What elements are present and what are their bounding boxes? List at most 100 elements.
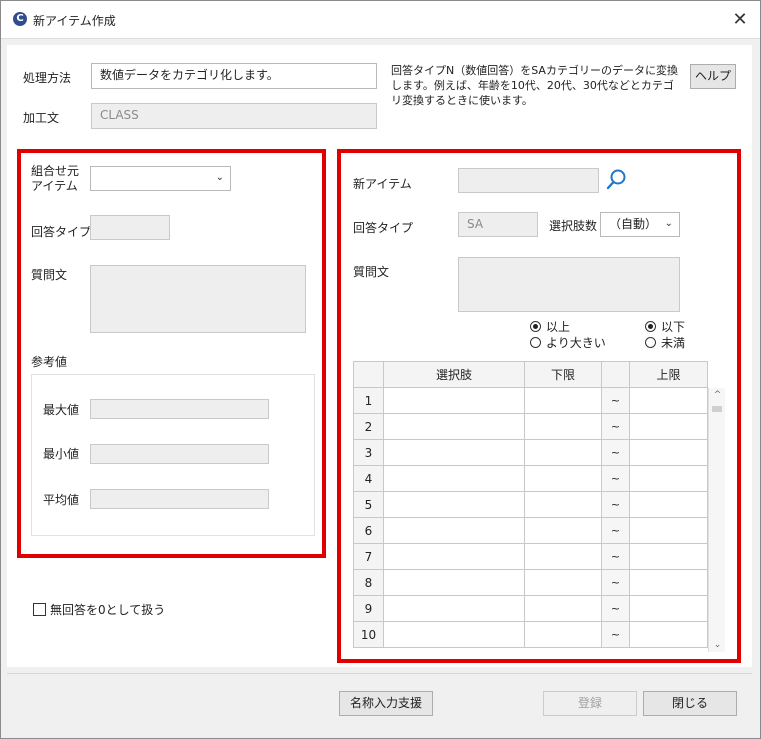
upper-bound-cell[interactable] [629, 595, 708, 622]
upper-bound-cell[interactable] [629, 543, 708, 570]
lower-inclusive-radio[interactable] [530, 321, 541, 332]
help-button[interactable]: ヘルプ [690, 64, 736, 89]
upper-bound-cell[interactable] [629, 465, 708, 492]
lower-bound-cell[interactable] [524, 621, 602, 648]
tilde-cell: ~ [601, 465, 630, 492]
choice-cell[interactable] [383, 465, 525, 492]
method-field[interactable]: 数値データをカテゴリ化します。 [91, 63, 377, 89]
source-item-label: 組合せ元アイテム [31, 164, 80, 193]
row-number-cell: 7 [353, 543, 384, 570]
method-description: 回答タイプN（数値回答）をSAカテゴリーのデータに変換します。例えば、年齢を10… [391, 64, 678, 107]
choice-cell[interactable] [383, 517, 525, 544]
upper-bound-cell[interactable] [629, 387, 708, 414]
scroll-down-icon[interactable]: ⌄ [709, 638, 726, 652]
upper-exclusive-radio[interactable] [645, 337, 656, 348]
right-answer-type-label: 回答タイプ [353, 221, 414, 235]
choice-cell[interactable] [383, 543, 525, 570]
choice-cell[interactable] [383, 491, 525, 518]
table-row: 7 ~ [353, 543, 708, 570]
tilde-cell: ~ [601, 543, 630, 570]
table-header-row: 選択肢 下限 上限 [353, 361, 708, 388]
new-item-field[interactable] [458, 168, 599, 193]
header-rownum [353, 361, 384, 388]
tilde-cell: ~ [601, 569, 630, 596]
choice-count-label: 選択肢数 [549, 219, 598, 233]
search-icon[interactable] [605, 167, 629, 191]
choice-cell[interactable] [383, 621, 525, 648]
lower-inclusive-label: 以上 [546, 320, 571, 334]
max-field[interactable] [90, 399, 269, 419]
close-window-button[interactable]: ✕ [726, 7, 754, 33]
right-question-field[interactable] [458, 257, 680, 312]
close-icon: ✕ [732, 9, 748, 30]
tilde-cell: ~ [601, 413, 630, 440]
chevron-down-icon: ⌄ [664, 218, 673, 229]
row-number-cell: 2 [353, 413, 384, 440]
choice-cell[interactable] [383, 439, 525, 466]
left-question-field[interactable] [90, 265, 306, 333]
lower-bound-cell[interactable] [524, 491, 602, 518]
right-answer-type-field[interactable]: SA [458, 212, 538, 237]
scroll-up-icon[interactable]: ^ [709, 388, 726, 402]
close-button[interactable]: 閉じる [643, 691, 737, 716]
app-logo-icon: C [13, 12, 27, 26]
right-question-label: 質問文 [353, 265, 390, 279]
lower-bound-cell[interactable] [524, 387, 602, 414]
upper-inclusive-radio[interactable] [645, 321, 656, 332]
row-number-cell: 8 [353, 569, 384, 596]
avg-field[interactable] [90, 489, 269, 509]
table-row: 4 ~ [353, 465, 708, 492]
chevron-down-icon: ⌄ [215, 172, 224, 183]
min-field[interactable] [90, 444, 269, 464]
choice-cell[interactable] [383, 595, 525, 622]
upper-bound-cell[interactable] [629, 569, 708, 596]
choice-cell[interactable] [383, 387, 525, 414]
tilde-cell: ~ [601, 595, 630, 622]
table-row: 6 ~ [353, 517, 708, 544]
tilde-cell: ~ [601, 439, 630, 466]
upper-exclusive-label: 未満 [661, 336, 686, 350]
row-number-cell: 3 [353, 439, 384, 466]
new-item-label: 新アイテム [353, 177, 412, 191]
tilde-cell: ~ [601, 517, 630, 544]
no-answer-zero-label: 無回答を0として扱う [50, 603, 166, 617]
reference-label: 参考値 [31, 355, 68, 369]
upper-bound-cell[interactable] [629, 621, 708, 648]
left-answer-type-field[interactable] [90, 215, 170, 240]
lower-bound-cell[interactable] [524, 543, 602, 570]
choice-count-select[interactable]: （自動） ⌄ [600, 212, 680, 237]
scroll-thumb[interactable] [712, 406, 722, 412]
header-lower: 下限 [524, 361, 602, 388]
choice-cell[interactable] [383, 413, 525, 440]
upper-bound-cell[interactable] [629, 413, 708, 440]
lower-bound-cell[interactable] [524, 439, 602, 466]
source-item-select[interactable]: ⌄ [90, 166, 231, 191]
upper-bound-cell[interactable] [629, 439, 708, 466]
header-choice: 選択肢 [383, 361, 525, 388]
lower-exclusive-label: より大きい [546, 336, 606, 350]
tilde-cell: ~ [601, 491, 630, 518]
max-label: 最大値 [43, 403, 80, 417]
row-number-cell: 1 [353, 387, 384, 414]
table-row: 3 ~ [353, 439, 708, 466]
table-scrollbar[interactable]: ^ ⌄ [708, 388, 725, 652]
name-assist-button[interactable]: 名称入力支援 [339, 691, 433, 716]
choice-range-table: 選択肢 下限 上限 1 ~2 ~3 ~4 ~5 ~6 ~7 ~8 ~9 ~10 ~ [353, 361, 708, 648]
tilde-cell: ~ [601, 621, 630, 648]
header-upper: 上限 [629, 361, 708, 388]
table-row: 5 ~ [353, 491, 708, 518]
choice-cell[interactable] [383, 569, 525, 596]
lower-bound-cell[interactable] [524, 569, 602, 596]
lower-bound-cell[interactable] [524, 517, 602, 544]
row-number-cell: 9 [353, 595, 384, 622]
upper-bound-cell[interactable] [629, 491, 708, 518]
process-field[interactable]: CLASS [91, 103, 377, 129]
choice-count-value: （自動） [609, 217, 658, 231]
lower-bound-cell[interactable] [524, 465, 602, 492]
no-answer-zero-checkbox[interactable] [33, 603, 46, 616]
upper-bound-cell[interactable] [629, 517, 708, 544]
lower-bound-cell[interactable] [524, 413, 602, 440]
register-button[interactable]: 登録 [543, 691, 637, 716]
lower-bound-cell[interactable] [524, 595, 602, 622]
lower-exclusive-radio[interactable] [530, 337, 541, 348]
